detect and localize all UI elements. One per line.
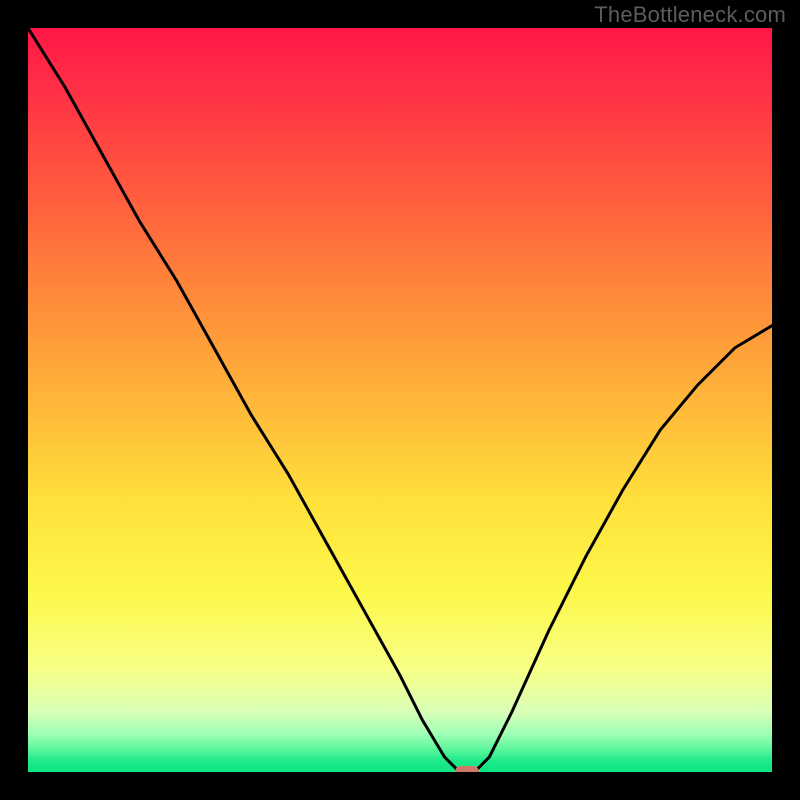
curve-path — [28, 28, 772, 772]
watermark-text: TheBottleneck.com — [594, 2, 786, 28]
plot-area — [28, 28, 772, 772]
chart-frame: TheBottleneck.com — [0, 0, 800, 800]
optimal-marker — [455, 766, 479, 772]
bottleneck-curve — [28, 28, 772, 772]
